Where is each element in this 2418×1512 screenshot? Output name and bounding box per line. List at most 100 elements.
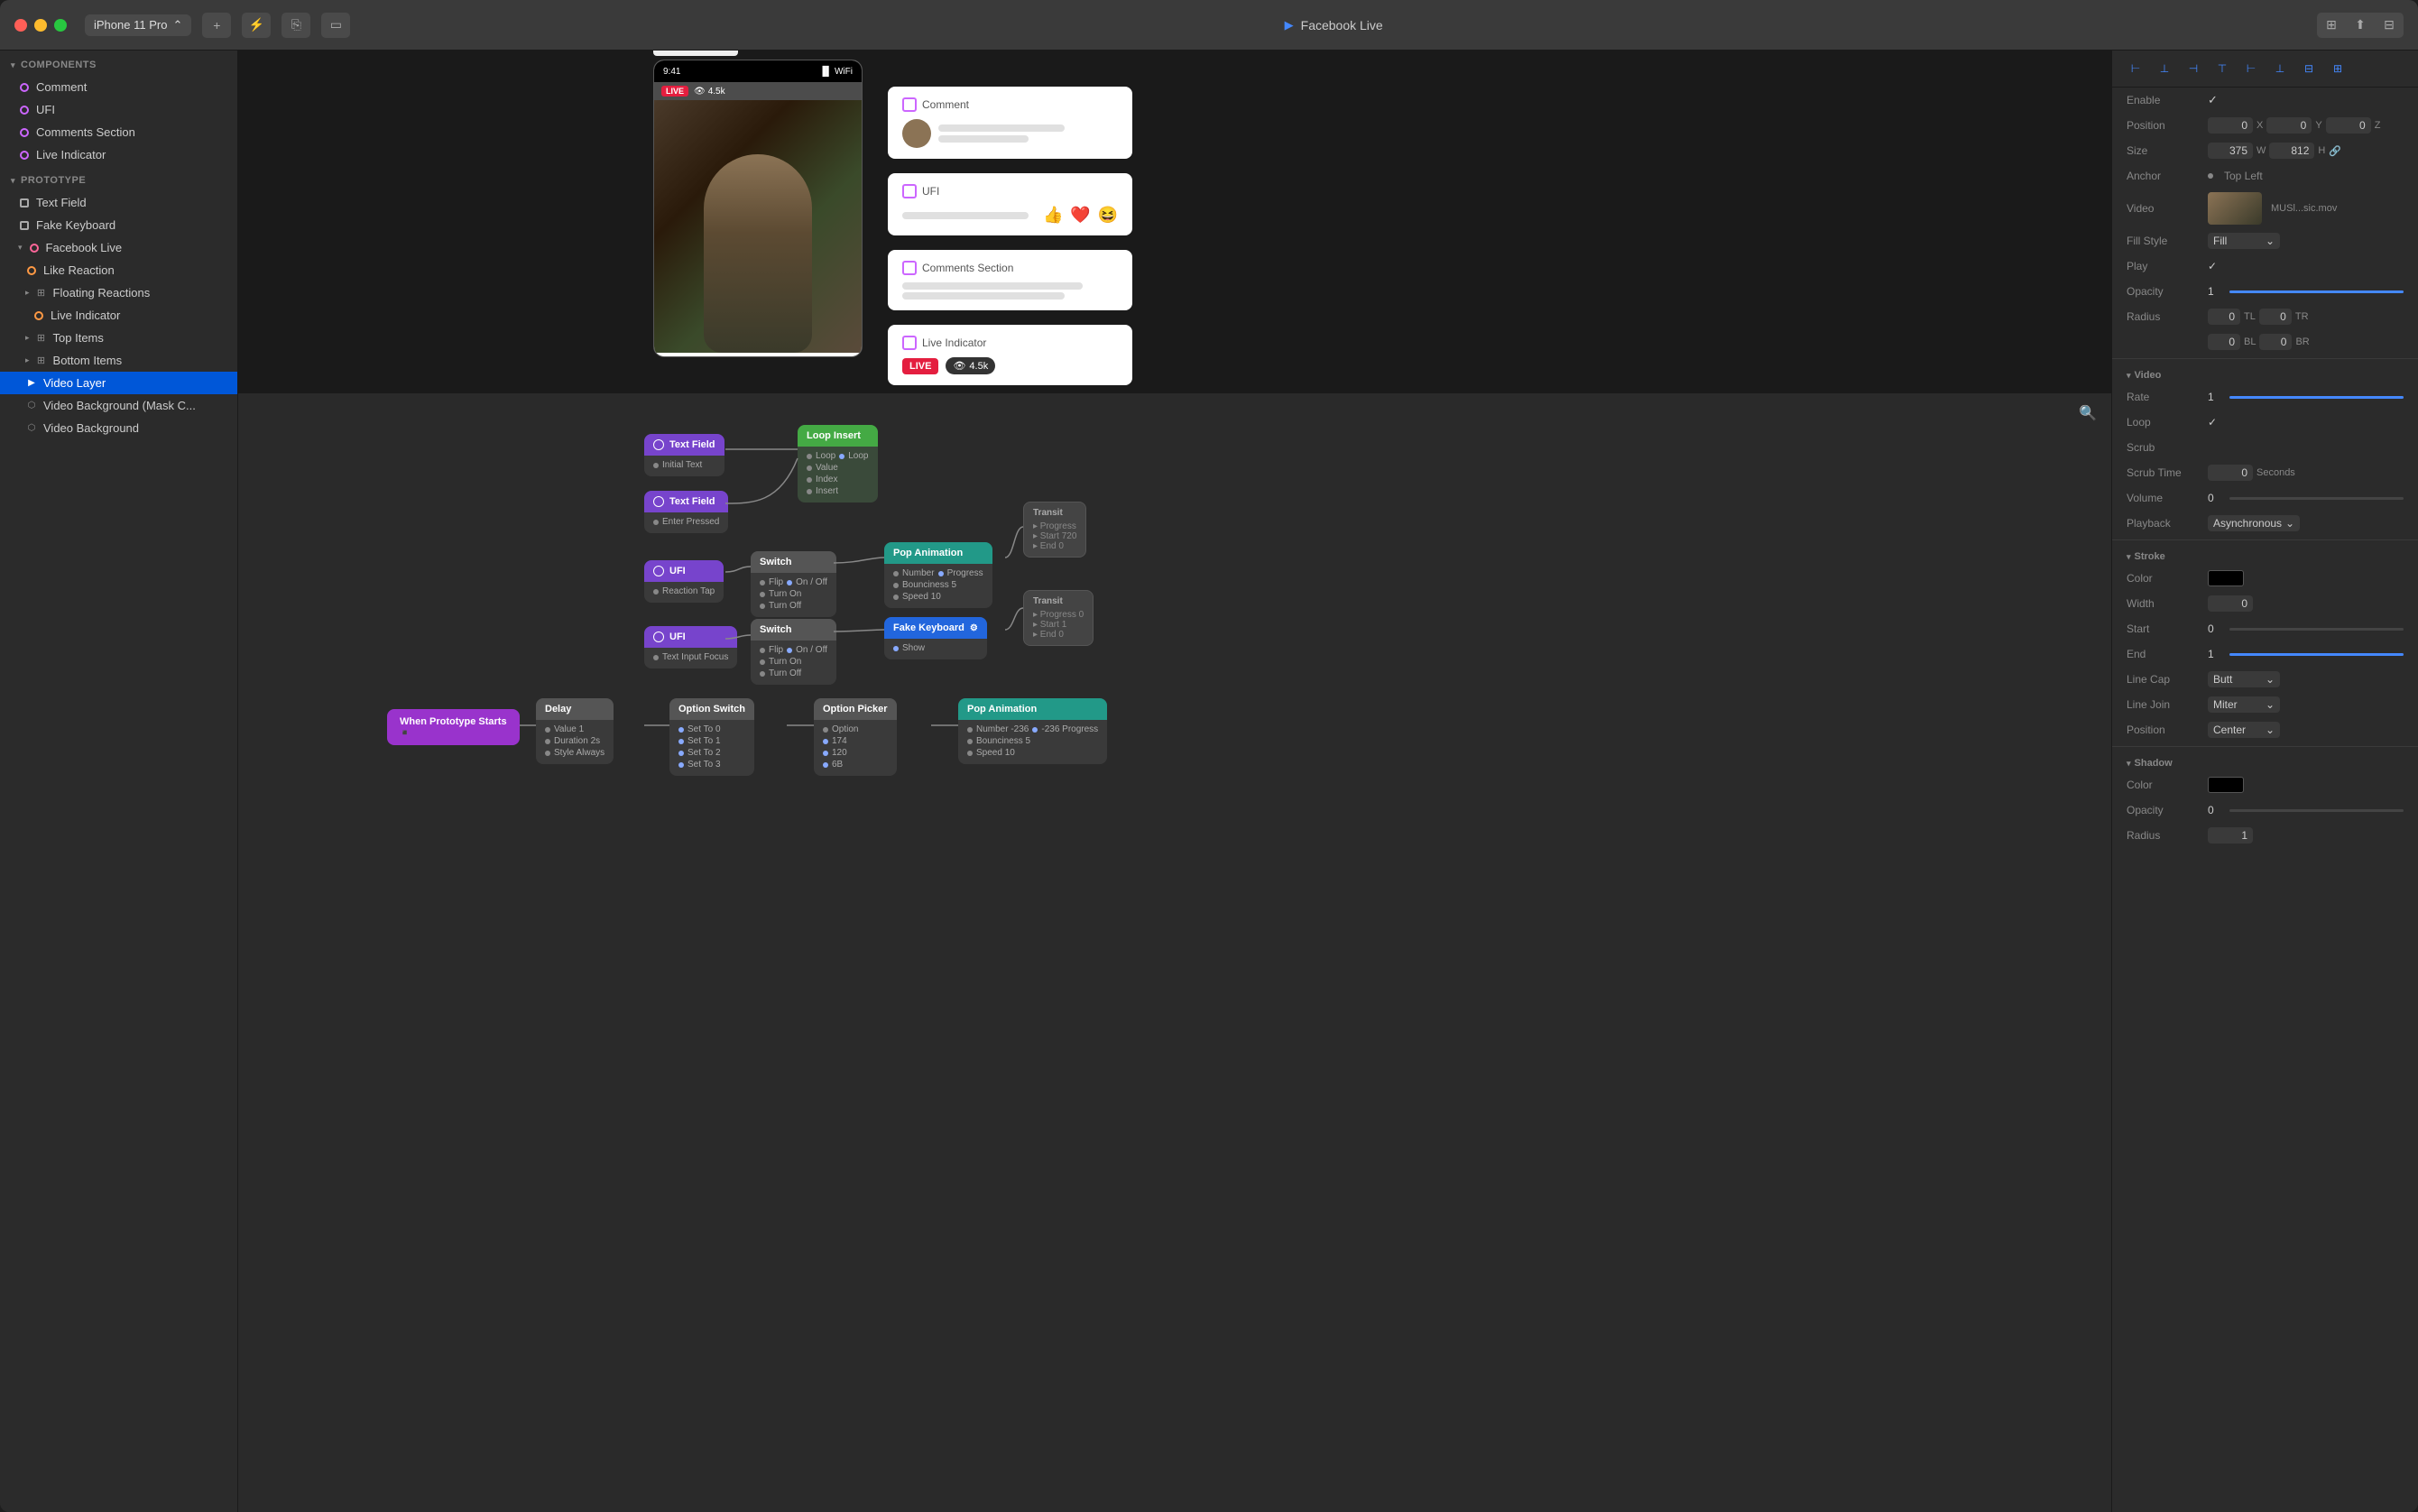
align-right-icon[interactable]: ⊣ [2181, 58, 2206, 79]
flow-canvas[interactable]: 🔍 Text Field Initial Text Text Fiel [238, 393, 2111, 1512]
sidebar-item-live-indicator-nested[interactable]: Live Indicator [0, 304, 237, 327]
stroke-color-swatch[interactable] [2208, 570, 2244, 586]
switch2-body: FlipOn / Off Turn On Turn Off [751, 641, 836, 685]
rate-slider[interactable] [2229, 396, 2404, 399]
device-selector[interactable]: iPhone 11 Pro ⌃ [85, 14, 191, 36]
add-button[interactable]: + [202, 13, 231, 38]
shadow-opacity-slider[interactable] [2229, 809, 2404, 812]
shadow-section-header[interactable]: Shadow [2112, 751, 2418, 772]
components-expand-icon [11, 60, 15, 70]
opacity-slider[interactable] [2229, 290, 2404, 293]
volume-slider[interactable] [2229, 497, 2404, 500]
sidebar-item-comment[interactable]: Comment [0, 76, 237, 98]
size-h-input[interactable] [2269, 143, 2314, 159]
stroke-position-value: Center [2213, 724, 2246, 736]
search-flow-button[interactable]: 🔍 [2079, 404, 2097, 422]
preview-button[interactable]: ▭ [321, 13, 350, 38]
copy-button[interactable]: ⎘ [281, 13, 310, 38]
sidebar-item-video-bg-mask[interactable]: ⬡ Video Background (Mask C... [0, 394, 237, 417]
live-indicator-icon [18, 149, 31, 161]
sidebar-item-facebook-live[interactable]: Facebook Live [0, 236, 237, 259]
radius-br-input[interactable] [2259, 334, 2292, 350]
position-z-input[interactable] [2326, 117, 2371, 134]
text-field-node-2[interactable]: Text Field Enter Pressed [644, 491, 728, 533]
lock-icon[interactable]: 🔗 [2329, 145, 2341, 157]
sidebar-item-video-bg[interactable]: ⬡ Video Background [0, 417, 237, 439]
prototype-header[interactable]: PROTOTYPE [0, 170, 237, 191]
align-top-icon[interactable]: ⊤ [2210, 58, 2235, 79]
shadow-color-swatch[interactable] [2208, 777, 2244, 793]
play-value[interactable]: ✓ [2208, 260, 2217, 272]
align-center-h-icon[interactable]: ⊥ [2152, 58, 2177, 79]
maximize-button[interactable] [54, 19, 67, 32]
loop-value[interactable]: ✓ [2208, 416, 2217, 429]
upload-button[interactable]: ⬆ [2346, 13, 2375, 38]
ufi-node-2[interactable]: UFI Text Input Focus [644, 626, 737, 668]
sidebar-item-like-reaction[interactable]: Like Reaction [0, 259, 237, 281]
ufi-node-1[interactable]: UFI Reaction Tap [644, 560, 724, 603]
radius-bl-input[interactable] [2208, 334, 2240, 350]
delay-node[interactable]: Delay Value 1 Duration 2s Style Always [536, 698, 614, 764]
sidebar-item-fake-keyboard[interactable]: Fake Keyboard [0, 214, 237, 236]
stroke-position-dropdown[interactable]: Center ⌄ [2208, 722, 2280, 738]
sidebar-item-text-field[interactable]: Text Field [0, 191, 237, 214]
playback-dropdown[interactable]: Asynchronous ⌄ [2208, 515, 2300, 531]
shadow-opacity-label: Opacity [2127, 804, 2208, 816]
ufi-comp-icon [902, 184, 917, 198]
switch-node-2[interactable]: Switch FlipOn / Off Turn On Turn Off [751, 619, 836, 685]
stroke-width-input[interactable] [2208, 595, 2253, 612]
align-bottom-icon[interactable]: ⊥ [2267, 58, 2293, 79]
pop-anim-node-1[interactable]: Pop Animation NumberProgress Bounciness … [884, 542, 992, 608]
p2-progress-out [1032, 727, 1038, 733]
fake-keyboard-node[interactable]: Fake Keyboard ⚙ Show [884, 617, 987, 659]
split-view-button[interactable]: ⊞ [2317, 13, 2346, 38]
sidebar-item-live-indicator[interactable]: Live Indicator [0, 143, 237, 166]
shadow-radius-input[interactable] [2208, 827, 2253, 844]
option-picker-node[interactable]: Option Picker Option 174 120 6B [814, 698, 897, 776]
stroke-end-slider[interactable] [2229, 653, 2404, 656]
pop-anim-node-2[interactable]: Pop Animation Number -236-236 Progress B… [958, 698, 1107, 764]
video-section-header[interactable]: Video [2112, 363, 2418, 384]
sidebar-item-ufi[interactable]: UFI [0, 98, 237, 121]
fill-style-dropdown[interactable]: Fill ⌄ [2208, 233, 2280, 249]
sidebar-item-video-layer[interactable]: ▶ Video Layer [0, 372, 237, 394]
distribute-v-icon[interactable]: ⊞ [2325, 58, 2350, 79]
components-header[interactable]: COMPONENTS [0, 54, 237, 76]
transit-node-1: Transit ▸ Progress ▸ Start 720 ▸ End 0 [1023, 502, 1086, 558]
stroke-start-slider[interactable] [2229, 628, 2404, 631]
enable-value[interactable]: ✓ [2208, 93, 2218, 107]
live-indicator-preview: Live Indicator LIVE 👁 4.5k [888, 325, 1132, 385]
position-x-input[interactable] [2208, 117, 2253, 134]
view-badge: 👁 4.5k [946, 357, 995, 374]
when-prototype-starts-node[interactable]: When Prototype Starts ◾ [387, 709, 520, 745]
position-y-input[interactable] [2266, 117, 2312, 134]
switch1-body: FlipOn / Off Turn On Turn Off [751, 573, 836, 617]
line-join-dropdown[interactable]: Miter ⌄ [2208, 696, 2280, 713]
sidebar-item-top-items[interactable]: ⊞ Top Items [0, 327, 237, 349]
stroke-start-values: 0 [2208, 622, 2404, 635]
radius-tr-input[interactable] [2259, 309, 2292, 325]
lightning-button[interactable]: ⚡ [242, 13, 271, 38]
sidebar-item-floating-reactions[interactable]: ⊞ Floating Reactions [0, 281, 237, 304]
distribute-h-icon[interactable]: ⊟ [2296, 58, 2321, 79]
stroke-section-header[interactable]: Stroke [2112, 544, 2418, 566]
minimize-button[interactable] [34, 19, 47, 32]
align-left-icon[interactable]: ⊢ [2123, 58, 2148, 79]
option-switch-node[interactable]: Option Switch Set To 0 Set To 1 Set To 2… [669, 698, 754, 776]
sidebar-item-bottom-items[interactable]: ⊞ Bottom Items [0, 349, 237, 372]
position-row: Position X Y Z [2112, 113, 2418, 138]
sidebar-item-comments-section[interactable]: Comments Section [0, 121, 237, 143]
align-middle-v-icon[interactable]: ⊢ [2238, 58, 2264, 79]
line-cap-dropdown[interactable]: Butt ⌄ [2208, 671, 2280, 687]
radius-tl-input[interactable] [2208, 309, 2240, 325]
layout-button[interactable]: ⊟ [2375, 13, 2404, 38]
switch-node-1[interactable]: Switch FlipOn / Off Turn On Turn Off [751, 551, 836, 617]
size-w-input[interactable] [2208, 143, 2253, 159]
shadow-radius-row: Radius [2112, 823, 2418, 848]
scrub-time-input[interactable] [2208, 465, 2253, 481]
text-field-node-1[interactable]: Text Field Initial Text [644, 434, 724, 476]
close-button[interactable] [14, 19, 27, 32]
loop-insert-node[interactable]: Loop Insert LoopLoop Value Index Insert [798, 425, 878, 502]
opacity-label: Opacity [2127, 285, 2208, 298]
view-toggle[interactable]: ⊞ ⬆ ⊟ [2317, 13, 2404, 38]
